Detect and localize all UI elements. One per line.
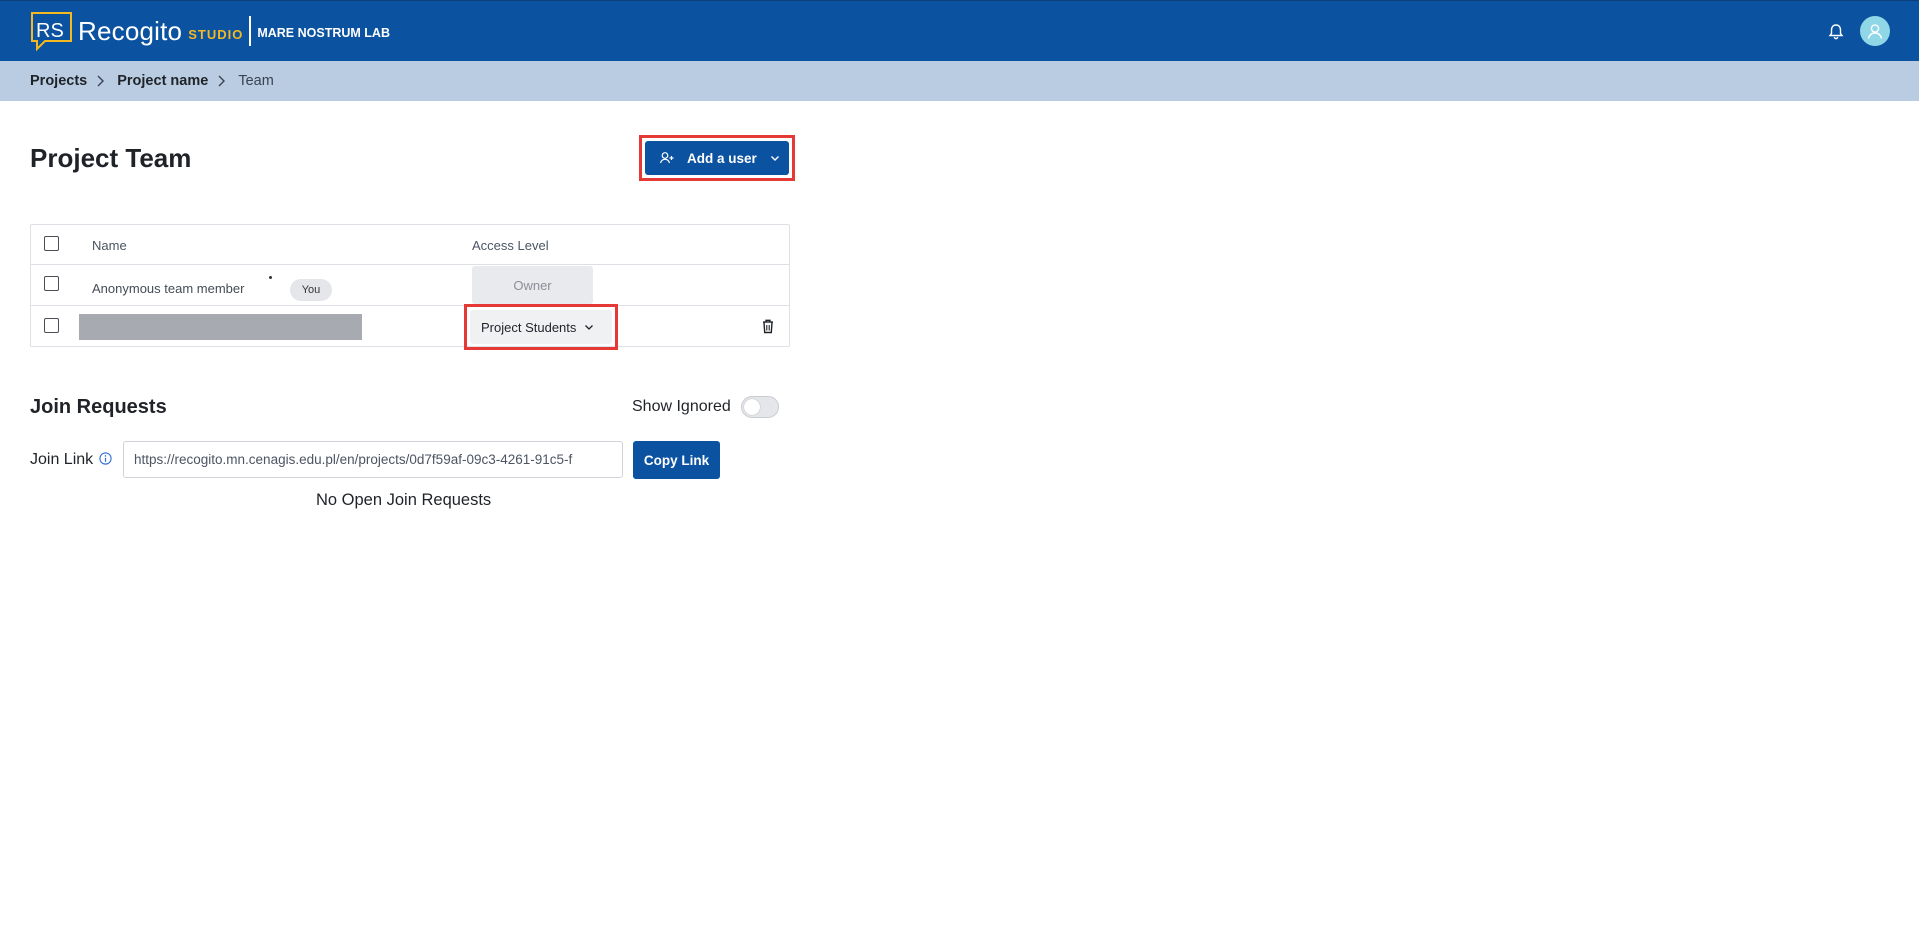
- add-user-button[interactable]: Add a user: [645, 141, 789, 175]
- recogito-logo-mark: RS: [29, 11, 74, 52]
- no-join-requests-message: No Open Join Requests: [316, 491, 492, 509]
- member-name: Anonymous team member: [92, 281, 245, 296]
- join-link-label: Join Link: [30, 451, 94, 468]
- brand-lab-label: MARE NOSTRUM LAB: [257, 26, 390, 40]
- user-avatar-button[interactable]: [1860, 16, 1890, 46]
- show-ignored-label: Show Ignored: [632, 398, 731, 415]
- chevron-right-icon: [218, 75, 226, 87]
- access-level-value: Project Students: [481, 319, 577, 335]
- trash-icon[interactable]: [761, 318, 775, 334]
- breadcrumb-team: Team: [238, 73, 274, 89]
- page-title: Project Team: [30, 143, 192, 173]
- bell-icon[interactable]: [1826, 22, 1846, 42]
- brand-logo[interactable]: RS Recogito STUDIO MARE NOSTRUM LAB: [29, 11, 390, 52]
- brand-initials: RS: [36, 20, 64, 42]
- toggle-knob: [744, 399, 760, 415]
- breadcrumb-projects[interactable]: Projects: [30, 73, 87, 89]
- chevron-down-icon: [770, 156, 779, 161]
- row-checkbox[interactable]: [44, 318, 59, 333]
- info-icon[interactable]: [99, 452, 112, 465]
- add-user-label: Add a user: [687, 150, 757, 166]
- chevron-down-icon: [585, 325, 594, 330]
- access-level-dropdown[interactable]: Project Students: [470, 310, 612, 344]
- chevron-right-icon: [97, 75, 105, 87]
- top-navbar: RS Recogito STUDIO MARE NOSTRUM LAB: [0, 0, 1919, 61]
- redacted-member-name: [79, 314, 362, 340]
- row-checkbox[interactable]: [44, 276, 59, 291]
- brand-studio-label: STUDIO: [188, 26, 244, 42]
- team-table: Name Access Level Anonymous team member …: [30, 224, 790, 350]
- column-header-name: Name: [92, 238, 127, 253]
- brand-name: Recogito: [78, 15, 183, 46]
- table-header-row: Name Access Level: [31, 225, 789, 265]
- table-row: Anonymous team member You Owner: [31, 265, 789, 306]
- table-row: Project Students: [31, 304, 789, 350]
- access-level-owner: Owner: [472, 266, 593, 304]
- user-avatar-icon: [1867, 24, 1883, 39]
- breadcrumb-project-name[interactable]: Project name: [117, 73, 208, 89]
- column-header-access-level: Access Level: [472, 238, 549, 253]
- brand-divider: [249, 16, 252, 46]
- breadcrumb: Projects Project name Team: [0, 61, 1919, 101]
- join-link-input[interactable]: [123, 441, 623, 478]
- you-badge: You: [290, 279, 332, 301]
- join-requests-title: Join Requests: [30, 396, 167, 418]
- select-all-checkbox[interactable]: [44, 236, 59, 251]
- show-ignored-toggle[interactable]: [741, 396, 779, 418]
- status-dot: [269, 276, 272, 279]
- copy-link-button[interactable]: Copy Link: [633, 441, 720, 479]
- add-user-icon: [659, 152, 674, 164]
